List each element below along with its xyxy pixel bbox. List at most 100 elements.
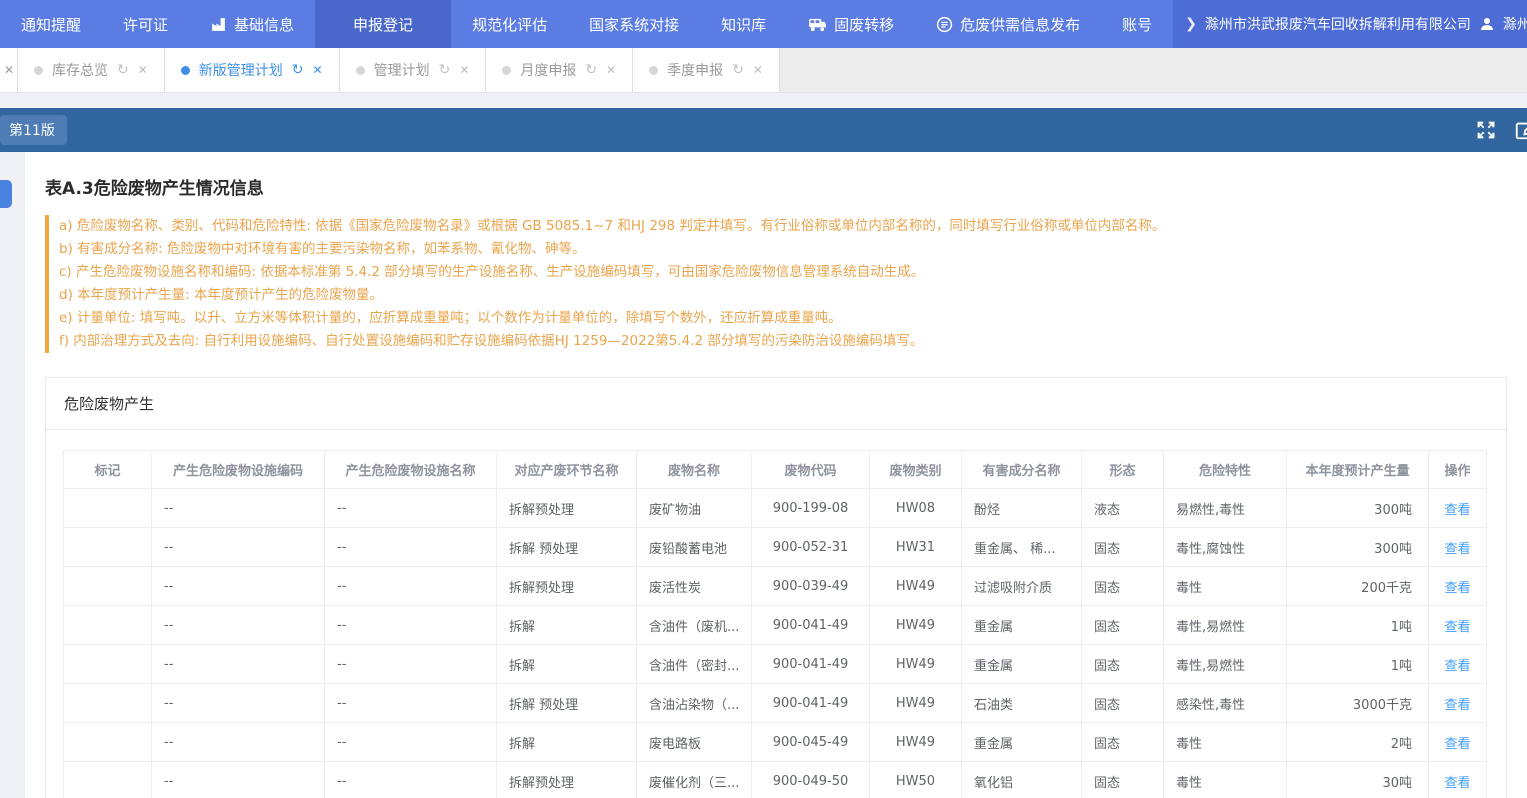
page-title: 表A.3危险废物产生情况信息 <box>45 174 1507 199</box>
table-cell: HW49 <box>870 606 962 645</box>
close-icon[interactable]: ✕ <box>606 63 616 77</box>
fullscreen-icon[interactable] <box>1475 119 1497 141</box>
column-header: 操作 <box>1429 451 1487 489</box>
table-cell: 200千克 <box>1287 567 1429 606</box>
table-cell: 拆解 预处理 <box>497 528 637 567</box>
table-cell: 毒性 <box>1164 723 1287 762</box>
tab-label: 新版管理计划 <box>199 60 283 80</box>
nav-item-8[interactable]: 危废供需信息发布 <box>915 0 1101 48</box>
tab-4[interactable]: 季度申报↻✕ <box>633 48 780 92</box>
nav-item-4[interactable]: 规范化评估 <box>451 0 568 48</box>
table-cell: -- <box>325 645 497 684</box>
refresh-icon[interactable]: ↻ <box>732 62 744 78</box>
table-row: ----拆解 预处理含油沾染物（...900-041-49HW49石油类固态感染… <box>64 684 1487 723</box>
nav-item-5[interactable]: 国家系统对接 <box>568 0 700 48</box>
table-cell: 拆解 <box>497 723 637 762</box>
table-cell <box>64 684 152 723</box>
close-icon[interactable]: ✕ <box>313 63 323 77</box>
table-cell: -- <box>152 489 325 528</box>
table-cell: 含油沾染物（... <box>637 684 752 723</box>
nav-item-2[interactable]: 基础信息 <box>189 0 315 48</box>
view-link[interactable]: 查看 <box>1444 776 1470 791</box>
nav-item-6[interactable]: 知识库 <box>700 0 787 48</box>
action-cell: 查看 <box>1429 684 1487 723</box>
table-cell <box>64 645 152 684</box>
column-header: 形态 <box>1082 451 1164 489</box>
table-cell: 废活性炭 <box>637 567 752 606</box>
table-row: ----拆解预处理废催化剂（三...900-049-50HW50氧化铝固态毒性3… <box>64 762 1487 798</box>
company-name: 滁州市洪武报废汽车回收拆解利用有限公司 <box>1205 14 1471 34</box>
tab-bar: ✕ 库存总览↻✕新版管理计划↻✕管理计划↻✕月度申报↻✕季度申报↻✕ <box>0 48 1527 93</box>
table-cell <box>64 762 152 798</box>
nav-item-label: 基础信息 <box>234 14 294 35</box>
tab-label: 管理计划 <box>374 60 430 80</box>
action-cell: 查看 <box>1429 762 1487 798</box>
tab-2[interactable]: 管理计划 ↻ ✕ <box>340 48 487 92</box>
close-icon[interactable]: ✕ <box>753 63 763 77</box>
note-line-5: f) 内部治理方式及去向: 自行利用设施编码、自行处置设施编码和贮存设施编码依据… <box>59 330 1507 353</box>
view-link[interactable]: 查看 <box>1444 698 1470 713</box>
edit-icon[interactable] <box>1514 119 1527 141</box>
waste-generation-section: 危险废物产生 标记产生危险废物设施编码产生危险废物设施名称对应产废环节名称废物名… <box>45 377 1507 798</box>
tab-1[interactable]: 新版管理计划 ↻ ✕ <box>165 48 340 92</box>
table-cell: 30吨 <box>1287 762 1429 798</box>
table-cell: 拆解 预处理 <box>497 684 637 723</box>
table-cell: 1吨 <box>1287 645 1429 684</box>
view-link[interactable]: 查看 <box>1444 737 1470 752</box>
table-cell: HW50 <box>870 762 962 798</box>
table-cell: -- <box>152 567 325 606</box>
table-cell: HW49 <box>870 645 962 684</box>
basic-info-icon <box>210 16 227 33</box>
refresh-icon[interactable]: ↻ <box>439 62 451 78</box>
tab-3[interactable]: 月度申报↻✕ <box>486 48 633 92</box>
close-icon[interactable]: ✕ <box>459 63 469 77</box>
table-cell: 固态 <box>1082 762 1164 798</box>
view-link[interactable]: 查看 <box>1444 503 1470 518</box>
version-badge[interactable]: 第11版 <box>0 115 67 145</box>
column-header: 有害成分名称 <box>962 451 1082 489</box>
view-link[interactable]: 查看 <box>1444 581 1470 596</box>
nav-item-0[interactable]: 通知提醒 <box>0 0 102 48</box>
user-name[interactable]: 滁州市洪... <box>1503 14 1527 34</box>
column-header: 危险特性 <box>1164 451 1287 489</box>
table-cell: HW08 <box>870 489 962 528</box>
table-cell: 3000千克 <box>1287 684 1429 723</box>
tab-status-dot <box>181 66 190 75</box>
table-cell: HW49 <box>870 684 962 723</box>
column-header: 产生危险废物设施编码 <box>152 451 325 489</box>
table-cell: 毒性,易燃性 <box>1164 606 1287 645</box>
tab-0[interactable]: 库存总览↻✕ <box>18 48 165 92</box>
view-link[interactable]: 查看 <box>1444 620 1470 635</box>
table-cell: -- <box>325 606 497 645</box>
user-icon <box>1479 16 1495 32</box>
nav-item-3[interactable]: 申报登记 <box>315 0 451 48</box>
table-cell: 废催化剂（三... <box>637 762 752 798</box>
table-cell: -- <box>325 489 497 528</box>
notes-block: a) 危险废物名称、类别、代码和危险特性: 依据《国家危险废物名录》或根据 GB… <box>45 215 1507 353</box>
close-icon[interactable]: ✕ <box>138 63 148 77</box>
side-handle[interactable] <box>0 180 12 208</box>
refresh-icon[interactable]: ↻ <box>292 62 304 78</box>
nav-item-7[interactable]: 固废转移 <box>787 0 915 48</box>
table-cell: 固态 <box>1082 645 1164 684</box>
close-icon[interactable]: ✕ <box>4 63 14 77</box>
view-link[interactable]: 查看 <box>1444 542 1470 557</box>
table-cell: -- <box>152 645 325 684</box>
table-row: ----拆解含油件（废机...900-041-49HW49重金属固态毒性,易燃性… <box>64 606 1487 645</box>
table-cell: 毒性,易燃性 <box>1164 645 1287 684</box>
chevron-right-icon[interactable]: ❯ <box>1185 16 1197 32</box>
table-cell <box>64 606 152 645</box>
table-cell: 拆解 <box>497 645 637 684</box>
nav-item-1[interactable]: 许可证 <box>102 0 189 48</box>
waste-table: 标记产生危险废物设施编码产生危险废物设施名称对应产废环节名称废物名称废物代码废物… <box>63 450 1487 798</box>
tab-partial[interactable]: ✕ <box>0 48 18 92</box>
tab-status-dot <box>502 66 511 75</box>
view-link[interactable]: 查看 <box>1444 659 1470 674</box>
refresh-icon[interactable]: ↻ <box>117 62 129 78</box>
nav-item-label: 申报登记 <box>353 14 413 35</box>
refresh-icon[interactable]: ↻ <box>585 62 597 78</box>
table-cell: 拆解 <box>497 606 637 645</box>
nav-item-9[interactable]: 账号 <box>1101 0 1173 48</box>
table-cell: HW49 <box>870 567 962 606</box>
table-cell: 900-039-49 <box>752 567 870 606</box>
